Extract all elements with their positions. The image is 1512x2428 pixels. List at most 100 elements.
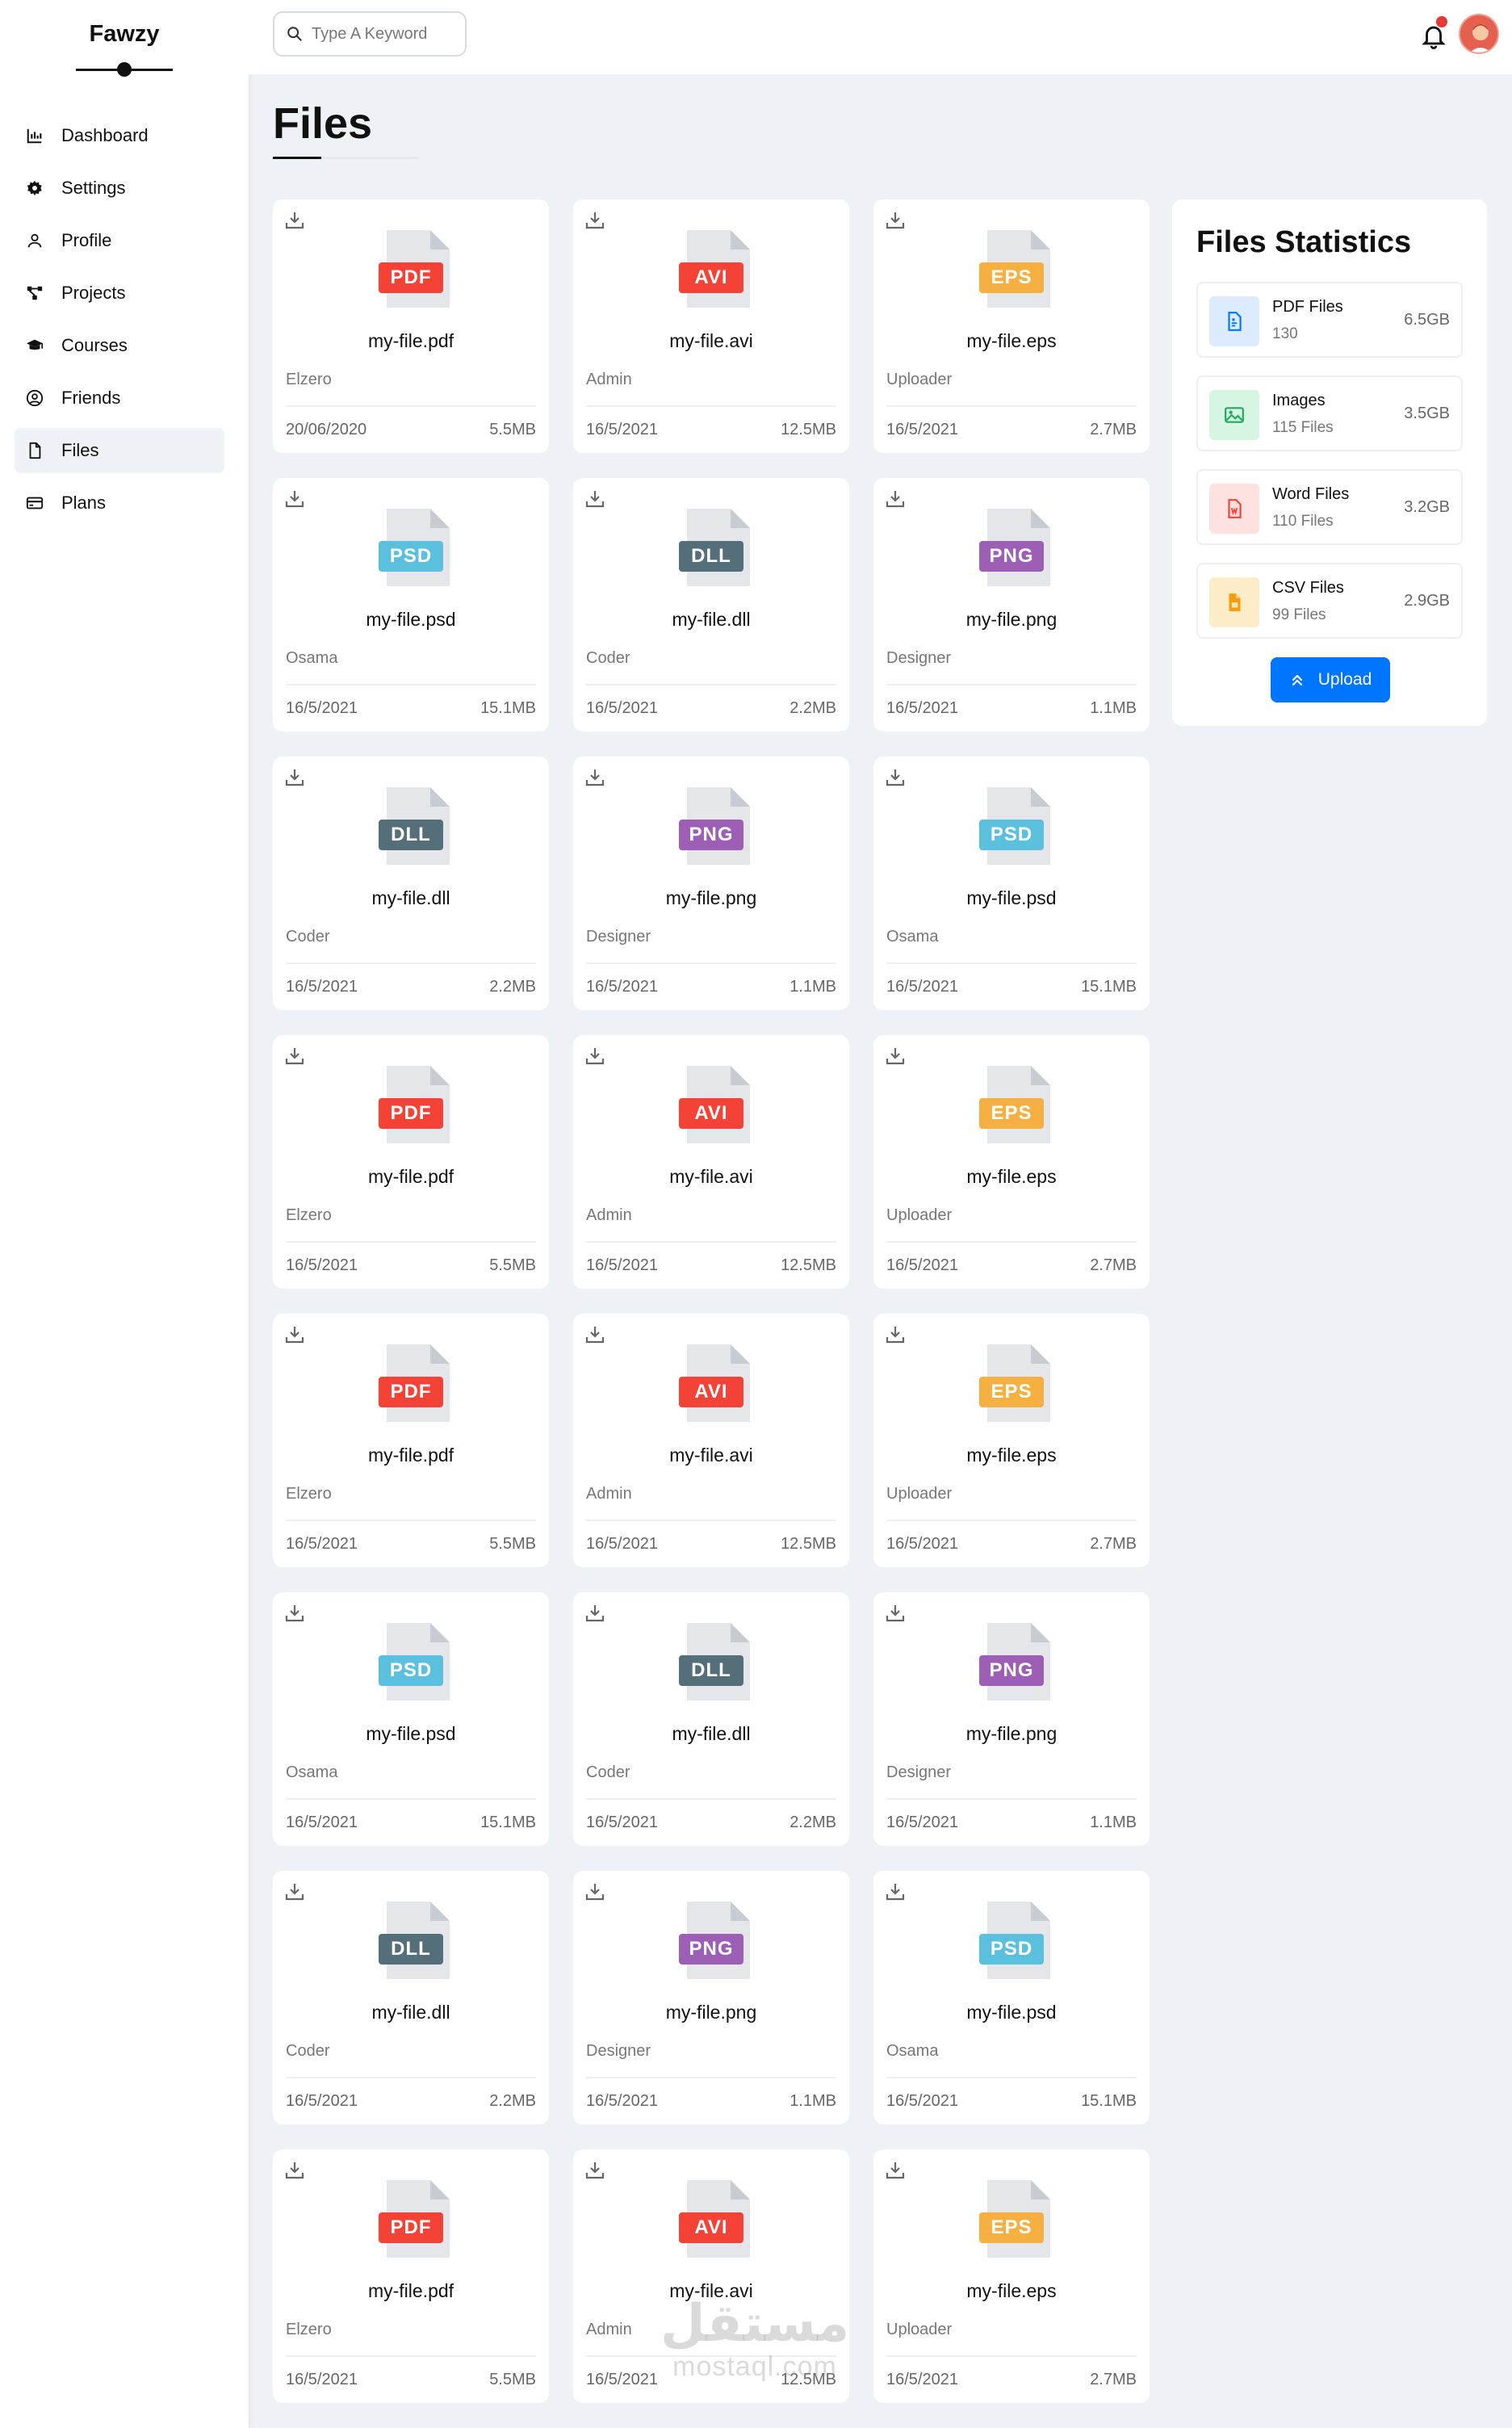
- file-card[interactable]: DLL my-file.dll Coder 16/5/2021 2.2MB: [273, 1871, 549, 2124]
- download-icon[interactable]: [885, 489, 906, 509]
- file-card[interactable]: AVI my-file.avi Admin 16/5/2021 12.5MB: [573, 199, 849, 453]
- file-card[interactable]: PDF my-file.pdf Elzero 16/5/2021 5.5MB: [273, 1314, 549, 1567]
- sidebar-item-profile[interactable]: Profile: [15, 218, 224, 263]
- file-size: 5.5MB: [489, 2371, 536, 2388]
- file-name: my-file.eps: [966, 2280, 1057, 2301]
- file-extension-badge: AVI: [679, 1098, 743, 1129]
- file-extension-badge: PNG: [679, 1934, 743, 1965]
- gear-icon: [26, 179, 44, 197]
- files-statistics-panel: Files Statistics PDF Files 130 6.5GB Images…: [1172, 199, 1487, 726]
- download-icon[interactable]: [885, 2161, 906, 2180]
- file-uploader: Admin: [586, 1485, 632, 1503]
- card-divider: [886, 1241, 1137, 1243]
- download-icon[interactable]: [284, 211, 305, 230]
- file-type-icon: EPS: [979, 1344, 1050, 1422]
- word-file-icon: [1209, 484, 1259, 534]
- file-card[interactable]: PNG my-file.png Designer 16/5/2021 1.1MB: [573, 1871, 849, 2124]
- file-card[interactable]: EPS my-file.eps Uploader 16/5/2021 2.7MB: [873, 2149, 1150, 2403]
- download-icon[interactable]: [885, 1046, 906, 1066]
- download-icon[interactable]: [885, 768, 906, 787]
- file-extension-badge: PSD: [979, 1934, 1044, 1965]
- download-icon[interactable]: [584, 489, 605, 509]
- sidebar-item-settings[interactable]: Settings: [15, 166, 224, 211]
- file-card[interactable]: PSD my-file.psd Osama 16/5/2021 15.1MB: [873, 1871, 1150, 2124]
- sidebar-item-dashboard[interactable]: Dashboard: [15, 113, 224, 158]
- file-card[interactable]: PSD my-file.psd Osama 16/5/2021 15.1MB: [273, 478, 549, 732]
- download-icon[interactable]: [584, 1882, 605, 1902]
- download-icon[interactable]: [584, 1325, 605, 1344]
- download-icon[interactable]: [885, 1325, 906, 1344]
- file-card[interactable]: PNG my-file.png Designer 16/5/2021 1.1MB: [873, 478, 1150, 732]
- sidebar-item-label: Dashboard: [61, 125, 149, 145]
- sidebar-item-projects[interactable]: Projects: [15, 270, 224, 316]
- file-card[interactable]: PSD my-file.psd Osama 16/5/2021 15.1MB: [273, 1592, 549, 1846]
- download-icon[interactable]: [584, 1604, 605, 1623]
- graduation-cap-icon: [26, 337, 44, 354]
- file-extension-badge: PSD: [979, 820, 1044, 850]
- download-icon[interactable]: [284, 1046, 305, 1066]
- file-size: 15.1MB: [480, 1814, 536, 1831]
- file-card[interactable]: EPS my-file.eps Uploader 16/5/2021 2.7MB: [873, 1314, 1150, 1567]
- file-card[interactable]: PDF my-file.pdf Elzero 20/06/2020 5.5MB: [273, 199, 549, 453]
- sidebar-item-label: Projects: [61, 283, 126, 303]
- file-uploader: Admin: [586, 2321, 632, 2338]
- notifications-button[interactable]: [1420, 16, 1447, 50]
- stat-label: Images: [1272, 392, 1326, 409]
- file-uploader: Designer: [886, 1763, 952, 1781]
- file-card[interactable]: DLL my-file.dll Coder 16/5/2021 2.2MB: [573, 1592, 849, 1846]
- stat-size: 3.5GB: [1404, 405, 1450, 422]
- file-card[interactable]: AVI my-file.avi Admin 16/5/2021 12.5MB: [573, 1314, 849, 1567]
- download-icon[interactable]: [284, 768, 305, 787]
- download-icon[interactable]: [284, 2161, 305, 2180]
- file-uploader: Uploader: [886, 2321, 953, 2338]
- file-type-icon: PNG: [979, 509, 1050, 586]
- file-card[interactable]: EPS my-file.eps Uploader 16/5/2021 2.7MB: [873, 1035, 1150, 1289]
- sidebar-item-files[interactable]: Files: [15, 428, 224, 473]
- file-size: 1.1MB: [1090, 1814, 1137, 1831]
- file-type-icon: DLL: [679, 509, 750, 586]
- download-icon[interactable]: [584, 211, 605, 230]
- file-size: 12.5MB: [781, 1256, 836, 1274]
- sidebar-item-courses[interactable]: Courses: [15, 323, 224, 368]
- file-date: 16/5/2021: [286, 1814, 358, 1831]
- avatar[interactable]: [1459, 14, 1499, 54]
- download-icon[interactable]: [584, 2161, 605, 2180]
- file-card[interactable]: PSD my-file.psd Osama 16/5/2021 15.1MB: [873, 757, 1150, 1010]
- file-card[interactable]: PDF my-file.pdf Elzero 16/5/2021 5.5MB: [273, 1035, 549, 1289]
- file-card[interactable]: EPS my-file.eps Uploader 16/5/2021 2.7MB: [873, 199, 1150, 453]
- download-icon[interactable]: [584, 1046, 605, 1066]
- file-type-icon: AVI: [679, 230, 750, 308]
- download-icon[interactable]: [284, 1882, 305, 1902]
- download-icon[interactable]: [284, 1325, 305, 1344]
- files-grid: PDF my-file.pdf Elzero 20/06/2020 5.5MB AVI my…: [273, 199, 1150, 2403]
- card-divider: [286, 962, 536, 964]
- file-extension-badge: PNG: [979, 1655, 1044, 1686]
- file-uploader: Coder: [286, 2042, 330, 2060]
- download-icon[interactable]: [284, 1604, 305, 1623]
- file-extension-badge: AVI: [679, 2212, 743, 2243]
- download-icon[interactable]: [885, 1604, 906, 1623]
- download-icon[interactable]: [584, 768, 605, 787]
- file-size: 2.7MB: [1090, 1256, 1137, 1274]
- upload-button[interactable]: Upload: [1271, 657, 1390, 702]
- file-card[interactable]: PDF my-file.pdf Elzero 16/5/2021 5.5MB: [273, 2149, 549, 2403]
- download-icon[interactable]: [885, 1882, 906, 1902]
- file-card[interactable]: AVI my-file.avi Admin 16/5/2021 12.5MB: [573, 1035, 849, 1289]
- file-type-icon: PDF: [379, 1344, 450, 1422]
- sidebar-item-plans[interactable]: Plans: [15, 480, 224, 526]
- file-card[interactable]: PNG my-file.png Designer 16/5/2021 1.1MB: [873, 1592, 1150, 1846]
- file-card[interactable]: PNG my-file.png Designer 16/5/2021 1.1MB: [573, 757, 849, 1010]
- file-date: 16/5/2021: [586, 978, 658, 996]
- file-size: 5.5MB: [489, 421, 536, 438]
- download-icon[interactable]: [284, 489, 305, 509]
- file-card[interactable]: DLL my-file.dll Coder 16/5/2021 2.2MB: [573, 478, 849, 732]
- search-icon: [287, 27, 302, 41]
- file-type-icon: PDF: [379, 2180, 450, 2258]
- file-date: 16/5/2021: [886, 1256, 958, 1274]
- search-box[interactable]: [273, 11, 467, 57]
- file-name: my-file.pdf: [367, 1166, 454, 1187]
- file-card[interactable]: DLL my-file.dll Coder 16/5/2021 2.2MB: [273, 757, 549, 1010]
- sidebar-item-friends[interactable]: Friends: [15, 375, 224, 421]
- download-icon[interactable]: [885, 211, 906, 230]
- search-input[interactable]: [312, 24, 449, 44]
